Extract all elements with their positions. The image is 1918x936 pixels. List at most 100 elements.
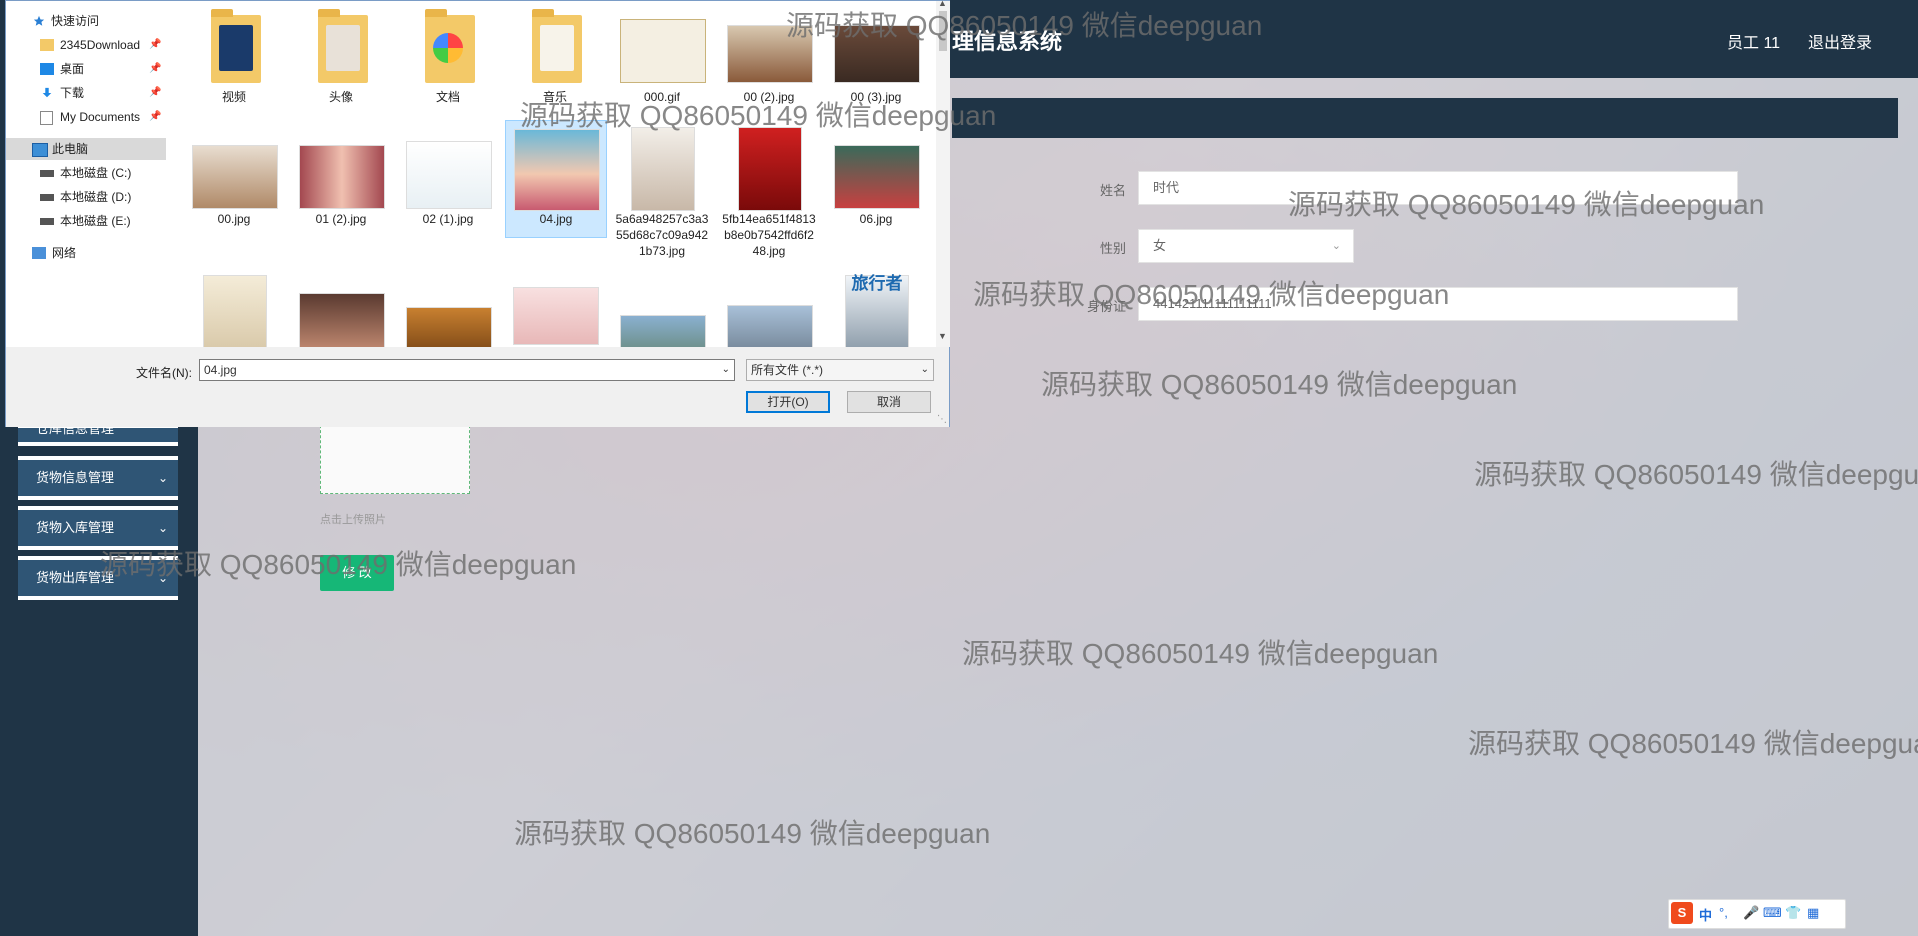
file-item-01-2-jpg[interactable]: 01 (2).jpg xyxy=(291,121,391,227)
ime-punctuation-toggle[interactable]: °, xyxy=(1719,905,1728,920)
filename-label: 文件名(N): xyxy=(136,366,192,380)
file-item-5fb14ea651[interactable]: 5fb14ea651f4813b8e0b7542ffd6f248.jpg xyxy=(719,121,819,259)
file-item-avatar-folder[interactable]: 头像 xyxy=(291,5,391,105)
filename-input[interactable]: 04.jpg ⌄ xyxy=(199,359,735,381)
file-item[interactable] xyxy=(612,271,712,347)
file-item[interactable] xyxy=(505,271,605,347)
modify-button[interactable]: 修 改 xyxy=(320,555,394,591)
file-item-documents-folder[interactable]: 文档 xyxy=(398,5,498,105)
nav-item-drive-d[interactable]: 本地磁盘 (D:) xyxy=(6,186,166,208)
scroll-down-icon[interactable]: ▼ xyxy=(938,331,947,341)
image-thumbnail xyxy=(514,129,600,211)
drive-icon xyxy=(40,194,54,201)
sidebar-item-goods-inbound[interactable]: 货物入库管理 ⌄ xyxy=(18,506,178,550)
drive-icon xyxy=(40,218,54,225)
file-item[interactable] xyxy=(184,271,284,347)
image-thumbnail xyxy=(299,145,385,209)
folder-icon xyxy=(40,39,54,51)
nav-item-my-documents[interactable]: My Documents 📌 xyxy=(6,106,166,128)
file-name: 文档 xyxy=(435,90,460,104)
microphone-icon[interactable]: 🎤 xyxy=(1743,905,1759,921)
image-thumbnail xyxy=(834,25,920,83)
sidebar-item-goods-info[interactable]: 货物信息管理 ⌄ xyxy=(18,456,178,500)
scroll-up-icon[interactable]: ▲ xyxy=(938,0,947,8)
chevron-down-icon: ⌄ xyxy=(920,364,929,375)
chevron-down-icon: ⌄ xyxy=(157,471,168,485)
image-thumbnail xyxy=(192,145,278,209)
logout-link[interactable]: 退出登录 xyxy=(1808,29,1872,53)
file-name: 视频 xyxy=(221,90,246,104)
system-title: 理信息系统 xyxy=(952,29,1063,54)
file-item[interactable] xyxy=(398,271,498,347)
pin-icon: 📌 xyxy=(149,111,162,122)
id-card-label: 身份证 xyxy=(1086,299,1126,314)
filename-value: 04.jpg xyxy=(204,363,237,377)
file-name: 00.jpg xyxy=(217,212,251,226)
nav-item-drive-e[interactable]: 本地磁盘 (E:) xyxy=(6,210,166,232)
chevron-down-icon: ⌄ xyxy=(1331,240,1341,252)
file-type-select[interactable]: 所有文件 (*.*) ⌄ xyxy=(746,359,934,381)
scrollbar-thumb[interactable] xyxy=(939,11,947,51)
file-item-5a6a948257[interactable]: 5a6a948257c3a355d68c7c09a9421b73.jpg xyxy=(612,121,712,259)
sidebar-item-warehouse[interactable]: 仓库信息管理 xyxy=(18,422,178,446)
nav-item-drive-c[interactable]: 本地磁盘 (C:) xyxy=(6,162,166,184)
gender-select[interactable]: 女 ⌄ xyxy=(1138,229,1354,263)
file-list-scrollbar[interactable]: ▲ ▼ xyxy=(936,0,950,347)
file-name: 06.jpg xyxy=(859,212,893,226)
sidebar-item-goods-outbound[interactable]: 货物出库管理 ⌄ xyxy=(18,556,178,600)
star-icon xyxy=(33,15,45,26)
file-item[interactable]: 旅行者 xyxy=(826,271,926,347)
image-thumbnail xyxy=(738,127,802,211)
sogou-logo-icon[interactable]: S xyxy=(1671,902,1693,924)
file-item-00-jpg[interactable]: 00.jpg xyxy=(184,121,284,227)
file-item-06-jpg[interactable]: 06.jpg xyxy=(826,121,926,227)
nav-item-downloads[interactable]: 下载 📌 xyxy=(6,82,166,104)
file-item-00-3-jpg[interactable]: 00 (3).jpg xyxy=(826,5,926,105)
nav-item-this-pc[interactable]: 此电脑 xyxy=(6,138,166,160)
resize-grip-icon[interactable]: ⋱ xyxy=(937,414,947,425)
nav-item-2345download[interactable]: 2345Download 📌 xyxy=(6,34,166,56)
ime-language-toggle[interactable]: 中 xyxy=(1699,905,1712,924)
file-type-value: 所有文件 (*.*) xyxy=(751,363,824,377)
file-item-music-folder[interactable]: 音乐 xyxy=(505,5,605,105)
folder-icon xyxy=(318,9,368,83)
sidebar-item-label: 货物出库管理 xyxy=(36,570,115,585)
id-card-field[interactable]: 441421111111111111 xyxy=(1138,287,1738,321)
dialog-footer: 文件名(N): 04.jpg ⌄ 所有文件 (*.*) ⌄ 打开(O) 取消 ⋱ xyxy=(6,347,949,427)
file-item-04-jpg[interactable]: 04.jpg xyxy=(505,120,607,238)
skin-shirt-icon[interactable]: 👕 xyxy=(1785,905,1801,921)
file-list: 视频 头像 文档 音乐 000.gif 00 (2).jpg 00 (3).jp… xyxy=(168,1,936,347)
pin-icon: 📌 xyxy=(149,63,162,74)
upload-tip: 点击上传照片 xyxy=(320,514,386,526)
file-name: 00 (2).jpg xyxy=(743,90,795,104)
nav-item-network[interactable]: 网络 xyxy=(6,242,166,264)
file-item-000-gif[interactable]: 000.gif xyxy=(612,5,712,105)
chevron-down-icon[interactable]: ⌄ xyxy=(722,360,730,380)
keyboard-icon[interactable]: ⌨ xyxy=(1763,905,1782,921)
toolbox-grid-icon[interactable]: ▦ xyxy=(1807,905,1819,921)
cancel-button[interactable]: 取消 xyxy=(847,391,931,413)
image-thumbnail xyxy=(631,127,695,211)
file-name: 02 (1).jpg xyxy=(422,212,474,226)
open-button[interactable]: 打开(O) xyxy=(746,391,830,413)
file-item[interactable] xyxy=(291,271,391,347)
image-thumbnail xyxy=(406,307,492,347)
file-item[interactable] xyxy=(719,271,819,347)
desktop-icon xyxy=(40,63,54,75)
current-user-label[interactable]: 员工 11 xyxy=(1727,29,1780,53)
file-name: 01 (2).jpg xyxy=(315,212,367,226)
photo-upload-area[interactable] xyxy=(320,420,470,494)
nav-item-quick-access[interactable]: 快速访问 xyxy=(6,10,166,32)
sidebar-item-label: 货物信息管理 xyxy=(36,470,115,485)
image-thumbnail: 旅行者 xyxy=(845,275,909,347)
nav-item-label: 桌面 xyxy=(60,62,85,76)
name-field[interactable]: 时代 xyxy=(1138,171,1738,205)
file-item-videos-folder[interactable]: 视频 xyxy=(184,5,284,105)
folder-icon xyxy=(532,9,582,83)
file-open-dialog: 快速访问 2345Download 📌 桌面 📌 下载 📌 My Documen… xyxy=(5,0,950,427)
image-thumbnail xyxy=(203,275,267,347)
file-item-02-1-jpg[interactable]: 02 (1).jpg xyxy=(398,121,498,227)
pin-icon: 📌 xyxy=(149,39,162,50)
nav-item-desktop[interactable]: 桌面 📌 xyxy=(6,58,166,80)
file-item-00-2-jpg[interactable]: 00 (2).jpg xyxy=(719,5,819,105)
